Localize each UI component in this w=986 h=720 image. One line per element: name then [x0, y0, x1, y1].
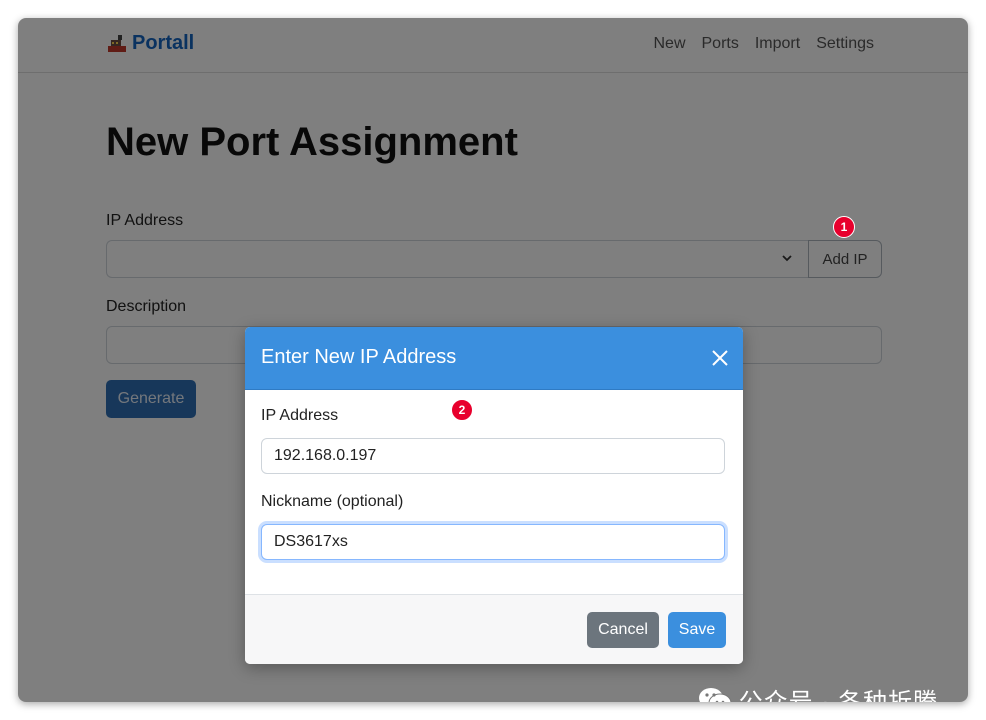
- new-ip-modal: Enter New IP Address IP Address Nickname…: [245, 327, 743, 664]
- wechat-icon: [698, 687, 732, 702]
- modal-ip-input[interactable]: [261, 438, 725, 474]
- annotation-badge-1: 1: [833, 216, 855, 238]
- modal-ip-label: IP Address: [261, 407, 339, 424]
- modal-header: Enter New IP Address: [245, 327, 743, 390]
- close-icon[interactable]: [711, 349, 729, 367]
- watermark: 公众号 · 各种折腾: [697, 682, 938, 702]
- modal-nickname-input[interactable]: [261, 524, 725, 560]
- modal-title: Enter New IP Address: [261, 346, 457, 368]
- modal-footer: Cancel Save: [245, 594, 743, 664]
- app-window: Portall New Ports Import Settings New Po…: [18, 18, 968, 702]
- watermark-text: 公众号 · 各种折腾: [739, 682, 938, 702]
- modal-nickname-label: Nickname (optional): [261, 493, 404, 510]
- cancel-button[interactable]: Cancel: [587, 612, 659, 648]
- save-button[interactable]: Save: [668, 612, 726, 648]
- annotation-badge-2: 2: [451, 399, 473, 421]
